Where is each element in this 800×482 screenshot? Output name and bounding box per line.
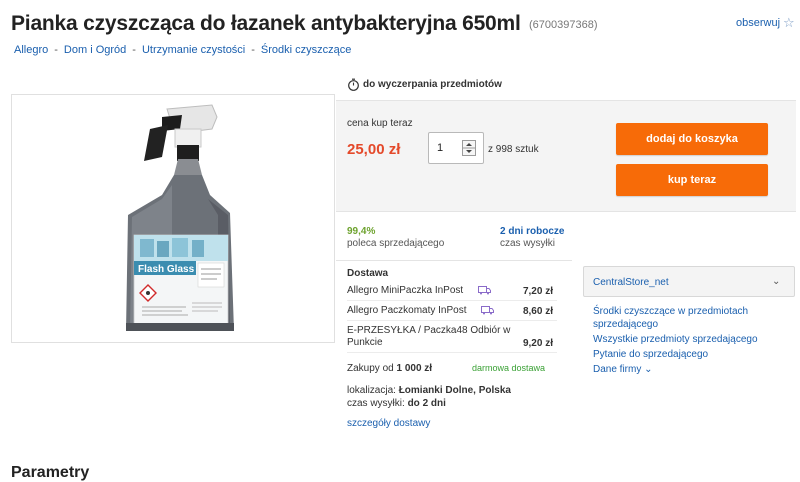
delivery-option-name-line2: Punkcie bbox=[347, 337, 383, 348]
spray-bottle-image: Flash Glass bbox=[126, 104, 234, 331]
seller-links: Środki czyszczące w przedmiotach sprzeda… bbox=[593, 305, 793, 378]
company-data-toggle[interactable]: Dane firmy ⌄ bbox=[593, 363, 793, 376]
location-value: Łomianki Dolne, Polska bbox=[398, 385, 511, 396]
delivery-title: Dostawa bbox=[347, 268, 389, 279]
buy-now-button[interactable]: kup teraz bbox=[616, 164, 768, 196]
quantity-value: 1 bbox=[437, 142, 444, 154]
breadcrumb-item-cleaning[interactable]: Utrzymanie czystości bbox=[142, 44, 245, 56]
breadcrumb: Allegro - Dom i Ogród - Utrzymanie czyst… bbox=[14, 44, 351, 56]
delivery-option-name: Allegro Paczkomaty InPost bbox=[347, 305, 467, 316]
location-label: lokalizacja: bbox=[347, 385, 396, 396]
delivery-option-price: 7,20 zł bbox=[522, 286, 553, 297]
seller-category-link[interactable]: Środki czyszczące bbox=[593, 306, 675, 317]
shipping-time-line-value: do 2 dni bbox=[407, 398, 446, 409]
watch-label: obserwuj bbox=[736, 16, 781, 29]
ask-seller-link[interactable]: Pytanie do sprzedającego bbox=[593, 349, 708, 360]
delivery-option-name-line1: E-PRZESYŁKA / Paczka48 Odbiór w bbox=[347, 325, 511, 336]
recommend-percent: 99,4% bbox=[347, 226, 376, 237]
free-shipping-prefix: Zakupy od bbox=[347, 363, 394, 374]
free-shipping-threshold: Zakupy od 1 000 zł bbox=[347, 363, 432, 374]
price: 25,00 zł bbox=[347, 141, 401, 158]
company-data-label: Dane firmy bbox=[593, 364, 642, 375]
divider bbox=[347, 352, 557, 353]
seller-name[interactable]: CentralStore_net bbox=[593, 277, 669, 288]
offer-id: (6700397368) bbox=[529, 19, 598, 31]
breadcrumb-item-allegro[interactable]: Allegro bbox=[14, 44, 48, 56]
free-shipping-amount: 1 000 zł bbox=[396, 363, 433, 374]
divider bbox=[336, 260, 572, 261]
parameters-heading: Parametry bbox=[11, 464, 90, 481]
shipping-time-label: czas wysyłki bbox=[500, 238, 556, 249]
free-shipping-label: darmowa dostawa bbox=[472, 363, 546, 373]
divider bbox=[347, 300, 557, 301]
offer-duration: do wyczerpania przedmiotów bbox=[347, 78, 502, 91]
seller-category-line: Środki czyszczące w przedmiotach sprzeda… bbox=[593, 305, 793, 331]
seller-all-items-link[interactable]: Wszystkie przedmioty sprzedającego bbox=[593, 334, 758, 345]
buy-now-price-label: cena kup teraz bbox=[347, 118, 413, 129]
delivery-option-name: Allegro MiniPaczka InPost bbox=[347, 285, 464, 296]
star-icon: ☆ bbox=[783, 15, 795, 30]
shipping-time-line: czas wysyłki: do 2 dni bbox=[347, 398, 446, 409]
chevron-down-icon: ⌄ bbox=[644, 364, 653, 375]
divider bbox=[347, 320, 557, 321]
product-brand-text: Flash Glass bbox=[138, 264, 195, 275]
shipping-details-link[interactable]: szczegóły dostawy bbox=[347, 418, 430, 429]
add-to-cart-button[interactable]: dodaj do koszyka bbox=[616, 123, 768, 155]
watch-button[interactable]: obserwuj ☆ bbox=[736, 16, 795, 29]
breadcrumb-separator: - bbox=[132, 44, 136, 56]
shipping-time-line-label: czas wysyłki: bbox=[347, 398, 405, 409]
shipping-time-value[interactable]: 2 dni robocze bbox=[500, 226, 564, 237]
van-icon bbox=[478, 286, 491, 295]
van-icon bbox=[481, 306, 494, 315]
recommend-label: poleca sprzedającego bbox=[347, 238, 445, 249]
stopwatch-icon bbox=[348, 78, 359, 91]
location-line: lokalizacja: Łomianki Dolne, Polska bbox=[347, 385, 511, 396]
product-image[interactable]: Flash Glass bbox=[11, 94, 335, 343]
quantity-stepper[interactable] bbox=[462, 140, 476, 156]
offer-duration-text: do wyczerpania przedmiotów bbox=[363, 79, 502, 90]
available-quantity: z 998 sztuk bbox=[488, 144, 539, 155]
breadcrumb-item-home-garden[interactable]: Dom i Ogród bbox=[64, 44, 126, 56]
breadcrumb-separator: - bbox=[54, 44, 58, 56]
breadcrumb-item-cleaners[interactable]: Środki czyszczące bbox=[261, 44, 351, 56]
breadcrumb-separator: - bbox=[251, 44, 255, 56]
delivery-option-price: 8,60 zł bbox=[522, 306, 553, 317]
chevron-down-icon: ⌄ bbox=[772, 276, 781, 287]
product-title: Pianka czyszcząca do łazanek antybaktery… bbox=[11, 12, 521, 35]
delivery-option-price: 9,20 zł bbox=[522, 338, 553, 349]
